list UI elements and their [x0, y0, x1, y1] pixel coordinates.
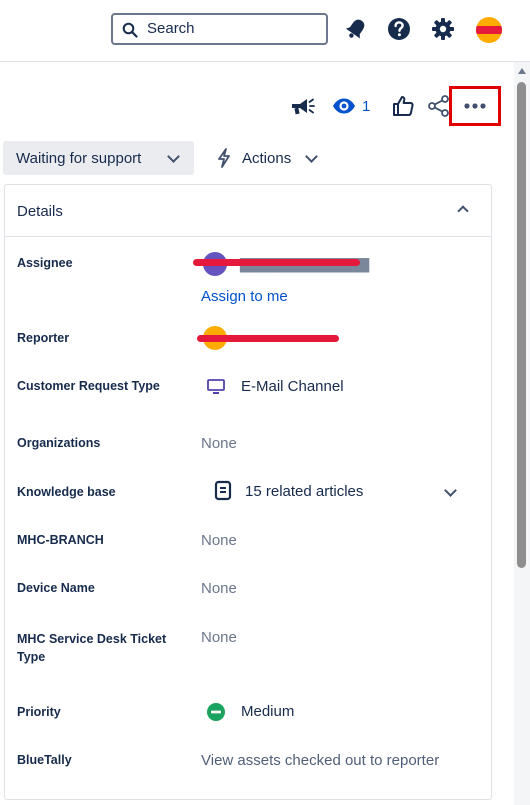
bluetally-value[interactable]: View assets checked out to reporter: [201, 752, 439, 769]
search-placeholder: Search: [147, 20, 195, 37]
more-actions-button[interactable]: [449, 86, 501, 126]
reporter-label: Reporter: [17, 331, 70, 345]
assignee-label: Assignee: [17, 256, 73, 270]
mhc-branch-value[interactable]: None: [201, 532, 237, 549]
help-icon[interactable]: [386, 16, 412, 42]
search-input[interactable]: Search: [111, 13, 328, 45]
watch-icon[interactable]: [331, 93, 357, 119]
scroll-up-arrow-icon[interactable]: [518, 68, 526, 74]
scrollbar[interactable]: [514, 62, 530, 805]
chevron-down-icon: [167, 150, 180, 163]
mhc-branch-label: MHC-BRANCH: [17, 533, 104, 547]
monitor-icon: [207, 379, 225, 394]
priority-value[interactable]: Medium: [241, 703, 294, 720]
lightning-icon: [218, 148, 230, 168]
customer-request-type-value[interactable]: E-Mail Channel: [241, 378, 344, 395]
chevron-down-icon: [305, 150, 318, 163]
assign-to-me-link[interactable]: Assign to me: [201, 288, 288, 305]
feedback-icon[interactable]: [289, 93, 315, 119]
notifications-icon[interactable]: [343, 16, 369, 42]
redaction-mark: [476, 26, 502, 34]
details-title: Details: [17, 203, 63, 220]
customer-request-type-label: Customer Request Type: [17, 379, 160, 393]
scrollbar-thumb[interactable]: [517, 82, 526, 568]
device-name-value[interactable]: None: [201, 580, 237, 597]
bluetally-label: BlueTally: [17, 753, 72, 767]
search-icon: [122, 22, 138, 38]
priority-medium-icon: [207, 703, 225, 721]
redaction-mark: [197, 335, 339, 342]
knowledge-article-icon: [214, 480, 232, 501]
ticket-type-value[interactable]: None: [201, 629, 237, 646]
status-label: Waiting for support: [16, 150, 142, 167]
watch-count: 1: [362, 98, 371, 115]
more-icon: [464, 103, 486, 109]
like-icon[interactable]: [390, 93, 416, 119]
knowledge-base-label: Knowledge base: [17, 485, 116, 499]
details-header[interactable]: Details: [5, 185, 491, 237]
priority-label: Priority: [17, 705, 61, 719]
status-dropdown-button[interactable]: Waiting for support: [3, 141, 194, 175]
chevron-up-icon[interactable]: [457, 205, 469, 217]
profile-avatar[interactable]: [476, 17, 502, 43]
top-navigation-bar: Search: [0, 0, 530, 62]
ticket-type-label: MHC Service Desk Ticket Type: [17, 632, 167, 664]
redaction-mark: [193, 259, 360, 266]
organizations-label: Organizations: [17, 436, 101, 450]
actions-dropdown-button[interactable]: Actions: [210, 141, 325, 175]
organizations-value[interactable]: None: [201, 435, 237, 452]
actions-label: Actions: [242, 150, 292, 167]
device-name-label: Device Name: [17, 581, 95, 595]
knowledge-base-value[interactable]: 15 related articles: [245, 483, 363, 500]
settings-icon[interactable]: [430, 16, 456, 42]
